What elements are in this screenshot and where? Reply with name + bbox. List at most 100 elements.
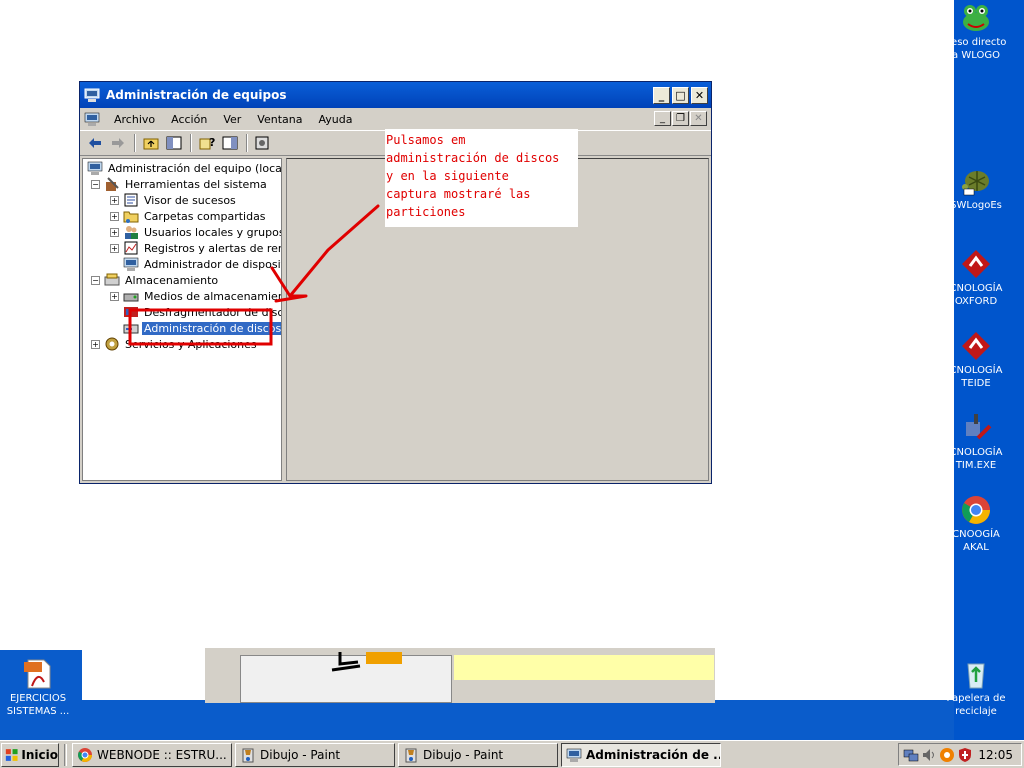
defragmenter-icon [124, 307, 138, 317]
tree-node-storage[interactable]: − Almacenamiento [91, 272, 220, 288]
expand-toggle[interactable]: + [110, 195, 119, 205]
chrome-icon [962, 496, 990, 524]
selected-label: Administración de discos [142, 321, 282, 335]
child-minimize-button[interactable]: _ [654, 111, 671, 126]
tools-icon [966, 414, 992, 440]
menu-ver[interactable]: Ver [215, 113, 249, 126]
tree-node-local-users[interactable]: + Usuarios locales y grupos [110, 224, 281, 240]
arrow-right-icon [112, 138, 124, 148]
show-hide-tree-button[interactable] [163, 133, 185, 153]
child-close-button[interactable]: ✕ [690, 111, 707, 126]
console-button[interactable] [252, 133, 274, 153]
tree-node-device-manager[interactable]: Administrador de dispositiv [123, 256, 281, 272]
task-paint-1[interactable]: Dibujo - Paint [235, 742, 395, 767]
tree-node-event-viewer[interactable]: + Visor de sucesos [110, 192, 238, 208]
task-paint-2[interactable]: Dibujo - Paint [398, 742, 558, 767]
tools-icon [106, 177, 119, 191]
desktop-icon-tecnologia-akal[interactable]: CNOOGÍA AKAL [938, 494, 1014, 554]
users-icon [125, 226, 138, 239]
clock: 12:05 [978, 747, 1013, 762]
back-button[interactable] [84, 133, 106, 153]
computer-icon [84, 112, 100, 126]
network-icon[interactable] [903, 747, 919, 763]
recycle-bin-icon [967, 663, 985, 689]
tree-node-services[interactable]: + Servicios y Aplicaciones [91, 336, 259, 352]
forward-button[interactable] [107, 133, 129, 153]
window-title: Administración de equipos [106, 88, 287, 102]
expand-toggle[interactable]: + [110, 227, 119, 237]
paint-icon [405, 748, 417, 762]
event-viewer-icon [124, 193, 138, 207]
child-window-controls: _ ❐ ✕ [653, 111, 707, 126]
console-tree-icon [166, 136, 182, 150]
console-tree[interactable]: Administración del equipo (local) − Herr… [82, 158, 282, 481]
arrow-left-icon [89, 138, 101, 148]
desktop-icon-wlogo[interactable]: ceso directo a WLOGO [938, 2, 1014, 62]
annotation-note: Pulsamos em administración de discos y e… [385, 129, 578, 227]
tree-node-removable-storage[interactable]: + Medios de almacenamiento [110, 288, 281, 304]
removable-storage-icon [123, 293, 139, 302]
menu-ventana[interactable]: Ventana [249, 113, 310, 126]
gear-icon [255, 136, 269, 150]
desktop-icon-recycle-bin[interactable]: Papelera de reciclaje [938, 658, 1014, 718]
expand-toggle[interactable]: + [91, 339, 100, 349]
svg-text:?: ? [209, 136, 215, 149]
up-level-button[interactable] [140, 133, 162, 153]
windows-logo-icon [5, 748, 18, 761]
menu-archivo[interactable]: Archivo [106, 113, 163, 126]
taskbar: Inicio WEBNODE :: ESTRU... Dibujo - Pain… [0, 740, 1024, 768]
device-manager-icon [123, 257, 139, 271]
close-button[interactable]: ✕ [691, 86, 708, 104]
start-button[interactable]: Inicio [1, 742, 59, 767]
toolbar-separator [190, 134, 192, 152]
system-tray: 12:05 [898, 743, 1022, 766]
tree-node-perf-logs[interactable]: + Registros y alertas de rendir [110, 240, 281, 256]
tree-node-defragmenter[interactable]: Desfragmentador de disco [123, 304, 281, 320]
paint-color-area [454, 655, 714, 680]
tree-node-system-tools[interactable]: − Herramientas del sistema [91, 176, 269, 192]
expand-toggle[interactable]: + [110, 243, 119, 253]
desktop-icon-swlogoes[interactable]: SWLogoEs [938, 165, 1014, 212]
properties-button[interactable] [219, 133, 241, 153]
child-restore-button[interactable]: ❐ [672, 111, 689, 126]
computer-icon [84, 88, 100, 102]
frog-icon [963, 5, 989, 31]
toolbar-separator [134, 134, 136, 152]
minimize-button[interactable]: _ [653, 86, 670, 104]
tree-node-shared-folders[interactable]: + Carpetas compartidas [110, 208, 268, 224]
antivirus-icon[interactable] [939, 747, 955, 763]
menu-bar: Archivo Acción Ver Ventana Ayuda _ ❐ ✕ [80, 108, 711, 130]
shield-icon[interactable] [957, 747, 973, 763]
help-button[interactable]: ? [196, 133, 218, 153]
collapse-toggle[interactable]: − [91, 275, 100, 285]
turtle-icon [962, 171, 989, 196]
volume-icon[interactable] [921, 747, 937, 763]
collapse-toggle[interactable]: − [91, 179, 100, 189]
shared-folder-icon [123, 211, 139, 223]
chrome-icon [78, 747, 92, 762]
taskbar-separator [64, 743, 67, 766]
computer-icon [566, 748, 582, 762]
pdf-file-icon [24, 659, 51, 689]
desktop-icon-tecnologia-teide[interactable]: CNOLOGÍA TEIDE [938, 330, 1014, 390]
performance-logs-icon [124, 241, 138, 255]
task-webnode[interactable]: WEBNODE :: ESTRU... [72, 742, 232, 767]
folder-up-icon [143, 138, 159, 150]
expand-toggle[interactable]: + [110, 211, 119, 221]
tree-node-disk-management[interactable]: Administración de discos [123, 320, 282, 336]
tree-node-root[interactable]: Administración del equipo (local) [87, 160, 281, 176]
desktop-icon-tecnologia-oxford[interactable]: CNOLOGÍA OXFORD [938, 248, 1014, 308]
paint-icon [242, 748, 254, 762]
menu-accion[interactable]: Acción [163, 113, 215, 126]
storage-icon [104, 273, 120, 286]
desktop-background-bottom [0, 700, 954, 740]
maximize-button[interactable]: □ [672, 86, 689, 104]
title-bar[interactable]: Administración de equipos _ □ ✕ [80, 82, 711, 108]
expand-toggle[interactable]: + [110, 291, 119, 301]
desktop-icon-tecnologia-tim[interactable]: CNOLOGÍA TIM.EXE [938, 412, 1014, 472]
task-computer-management[interactable]: Administración de ... [561, 742, 721, 767]
menu-ayuda[interactable]: Ayuda [310, 113, 360, 126]
services-icon [105, 337, 119, 351]
help-icon: ? [199, 136, 215, 150]
desktop-icon-ejercicios[interactable]: EJERCICIOS SISTEMAS ... [0, 658, 76, 718]
